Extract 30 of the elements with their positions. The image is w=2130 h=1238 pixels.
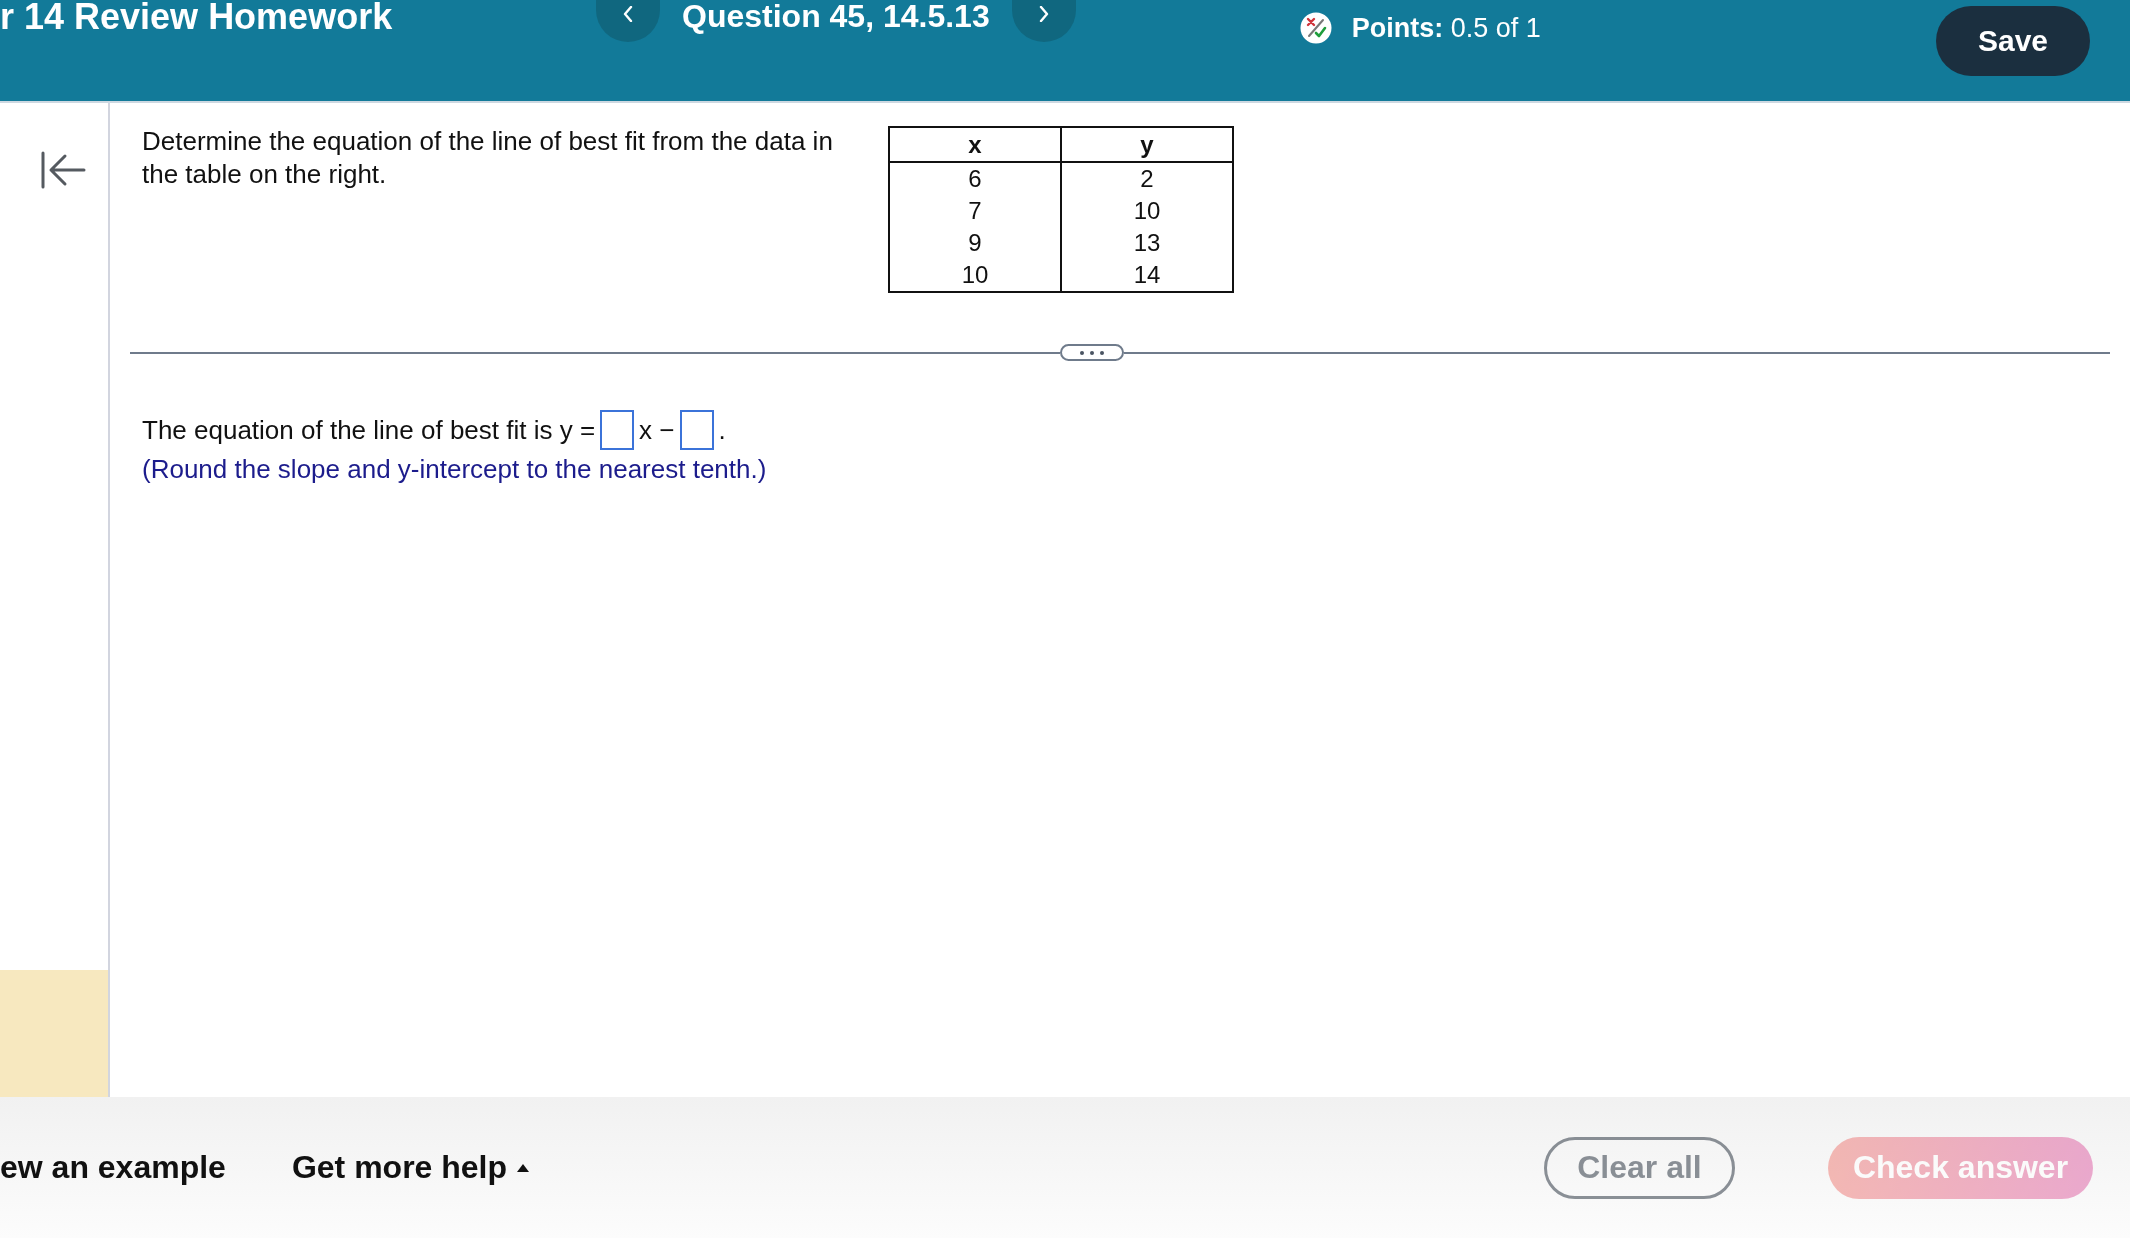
save-button[interactable]: Save xyxy=(1936,6,2090,76)
help-link[interactable]: ew an example xyxy=(0,1149,226,1186)
table-cell: 6 xyxy=(889,162,1061,195)
answer-box[interactable] xyxy=(679,410,714,450)
table-cell: 2 xyxy=(1061,162,1233,195)
chevron-left-icon xyxy=(623,6,633,22)
answer-box[interactable] xyxy=(600,410,635,450)
table-cell: 7 xyxy=(889,195,1061,227)
chevron-right-icon xyxy=(1038,6,1049,22)
caret-up-icon xyxy=(517,1163,530,1172)
table-header-cell: x xyxy=(889,127,1061,162)
table-header-cell: y xyxy=(1061,127,1233,162)
equation-text: x − xyxy=(639,414,675,446)
more-dots-icon xyxy=(1080,350,1104,355)
equation-text: . xyxy=(718,414,726,446)
table-cell: 9 xyxy=(889,227,1061,259)
assignment-title: r 14 Review Homework xyxy=(0,0,394,34)
hint-text: (Round the slope and y-intercept to the nearest tenth.) xyxy=(142,453,767,486)
points-text: Points: 0.5 of 1 xyxy=(1351,12,1541,44)
collapse-sidebar-icon[interactable] xyxy=(40,150,86,190)
resize-handle[interactable] xyxy=(1060,344,1124,361)
table-cell: 14 xyxy=(1061,259,1233,292)
equation-text: The equation of the line of best fit is y = xyxy=(142,414,596,446)
table-cell: 10 xyxy=(889,259,1061,292)
help-menu-button[interactable]: Get more help xyxy=(291,1149,530,1186)
table-cell: 10 xyxy=(1061,195,1233,227)
question-prompt: Determine the equation of the line of best fit from the data in the table on the right. xyxy=(142,125,834,191)
partial-credit-icon xyxy=(1299,12,1332,44)
table-cell: 13 xyxy=(1061,227,1233,259)
question-label: Question 45, 14.5.13 xyxy=(682,0,990,32)
